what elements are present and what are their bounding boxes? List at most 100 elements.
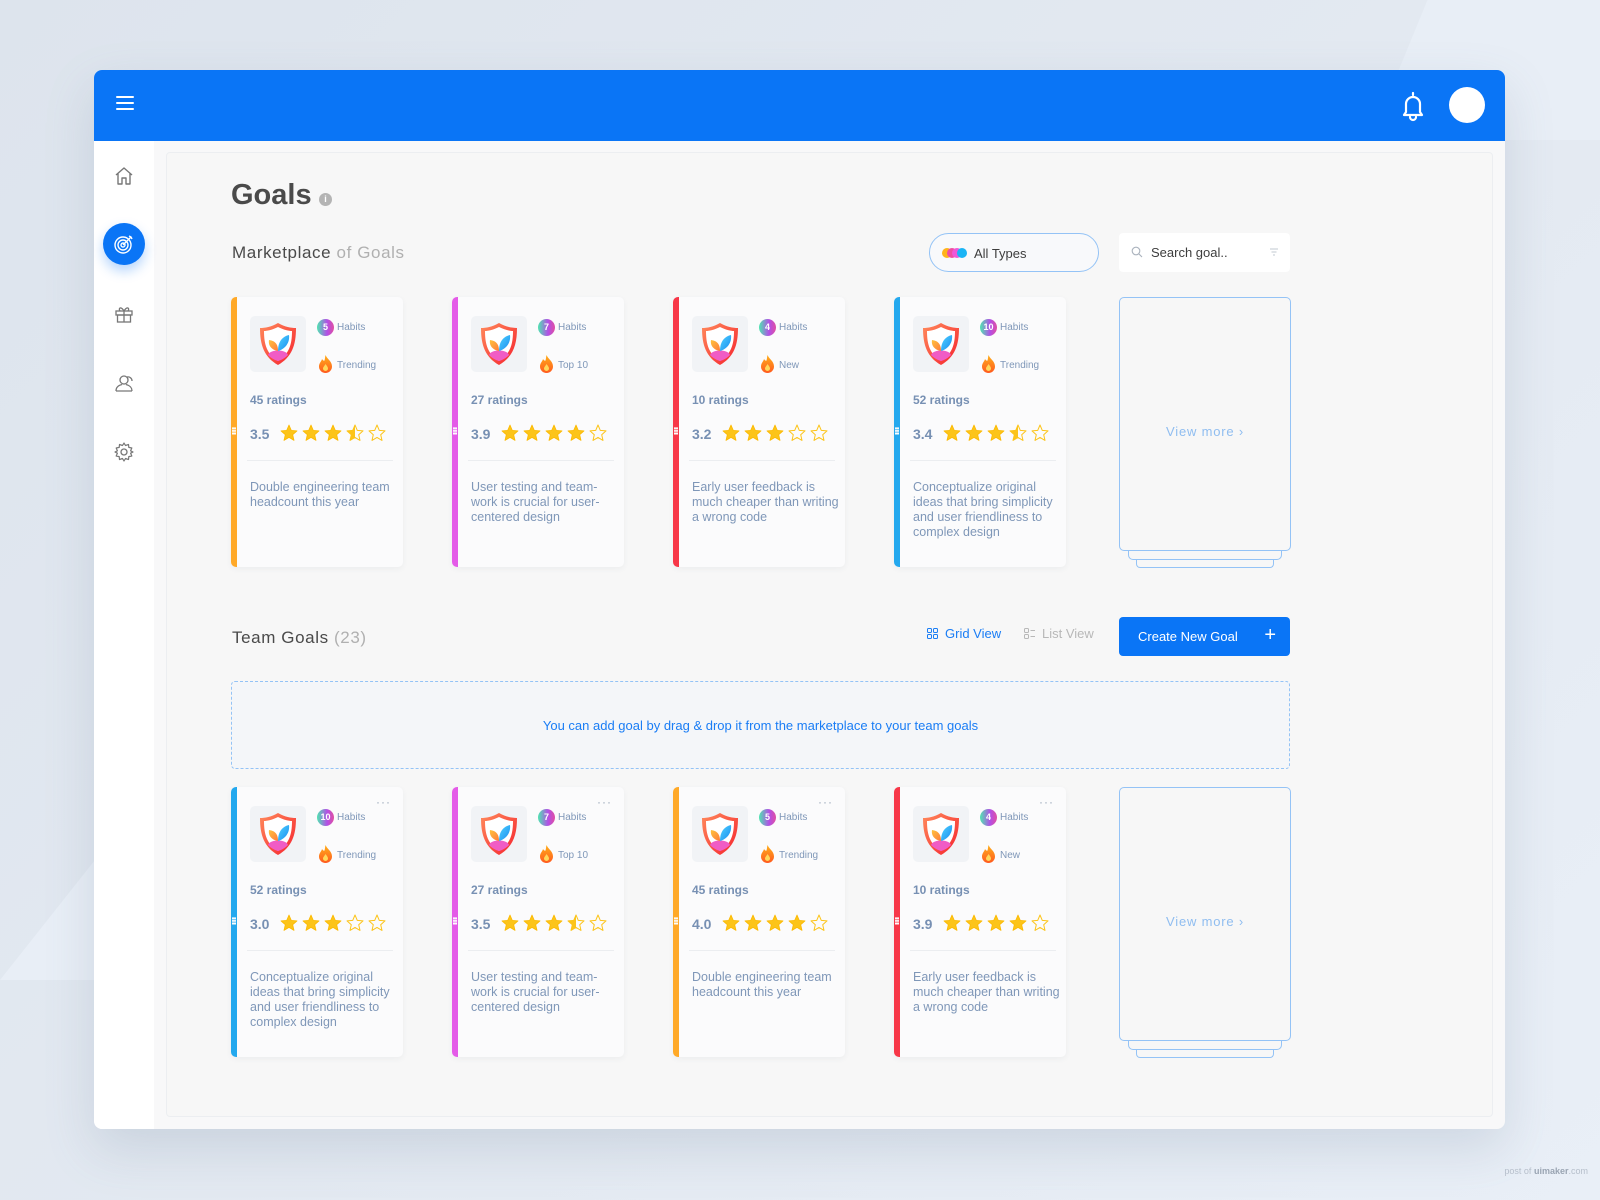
star-rating [722,424,828,447]
watermark-prefix: post of [1504,1166,1532,1176]
flame-icon [539,845,554,863]
star-full-icon [722,914,740,937]
marketplace-title-muted: of Goals [336,243,405,262]
star-empty-icon [368,914,386,937]
star-rating [280,424,386,447]
goal-tag: New [779,360,800,371]
types-filter-select[interactable]: All Types [929,233,1099,272]
goal-card[interactable]: ··· 7 Habits Top 10 27 ratings 3.5 User … [452,787,624,1057]
goal-tag: Top 10 [558,850,589,861]
star-full-icon [324,424,342,447]
star-full-icon [744,914,762,937]
goal-card[interactable]: 5 Habits Trending 45 ratings 3.5 Double … [231,297,403,567]
drag-handle-icon[interactable] [895,917,899,925]
goal-shield-logo [692,316,748,372]
create-new-goal-button[interactable]: Create New Goal + [1119,617,1290,656]
list-view-toggle[interactable]: List View [1024,626,1094,641]
rating-value: 3.9 [471,426,491,442]
home-icon [115,167,133,185]
star-full-icon [943,424,961,447]
card-divider [468,950,614,951]
goal-card[interactable]: 7 Habits Top 10 27 ratings 3.9 User test… [452,297,624,567]
card-divider [247,950,393,951]
goal-card[interactable]: ··· 10 Habits Trending 52 ratings 3.0 Co… [231,787,403,1057]
flame-icon [760,845,775,863]
star-empty-icon [589,914,607,937]
goal-description: Double engineering team headcount this y… [250,480,390,509]
goal-card[interactable]: 4 Habits New 10 ratings 3.2 Early user f… [673,297,845,567]
goal-tag: Trending [337,850,377,861]
grid-view-label: Grid View [945,626,1002,641]
avatar[interactable] [1449,87,1485,123]
create-button-label: Create New Goal [1138,629,1238,644]
sidebar-item-rewards[interactable] [103,293,145,335]
more-options-icon[interactable]: ··· [376,795,391,809]
drag-handle-icon[interactable] [674,427,678,435]
more-options-icon[interactable]: ··· [597,795,612,809]
star-full-icon [965,424,983,447]
ratings-count: 10 ratings [913,883,970,897]
star-full-icon [523,914,541,937]
marketplace-view-more[interactable]: View more › [1119,297,1291,568]
flame-icon [318,845,333,863]
star-empty-icon [1031,424,1049,447]
star-rating [722,914,828,937]
star-half-icon [346,424,364,447]
goal-card[interactable]: ··· 4 Habits New 10 ratings 3.9 Early us… [894,787,1066,1057]
drag-handle-icon[interactable] [232,427,236,435]
filter-icon[interactable] [1270,248,1278,256]
sidebar-item-home[interactable] [103,155,145,197]
main-content: Goals i Marketplace of Goals All Types 5 [166,152,1493,1117]
sidebar-item-settings[interactable] [103,431,145,473]
info-icon[interactable]: i [319,193,332,206]
drag-handle-icon[interactable] [453,917,457,925]
gift-icon [115,307,133,323]
team-goals-count: (23) [334,628,367,647]
star-full-icon [987,424,1005,447]
drag-handle-icon[interactable] [895,427,899,435]
drag-handle-icon[interactable] [674,917,678,925]
star-full-icon [545,424,563,447]
card-divider [689,460,835,461]
star-full-icon [567,424,585,447]
goal-shield-logo [913,806,969,862]
star-full-icon [1009,914,1027,937]
goal-drop-zone[interactable]: You can add goal by drag & drop it from … [231,681,1290,769]
bell-icon[interactable] [1399,90,1427,122]
star-empty-icon [810,914,828,937]
habits-label: Habits [558,812,587,823]
rating-value: 4.0 [692,916,712,932]
habits-count-badge: 10 [980,319,997,336]
hamburger-icon[interactable] [116,96,134,110]
drag-handle-icon[interactable] [232,917,236,925]
search-input[interactable] [1151,241,1261,263]
goal-description: Conceptualize original ideas that bring … [250,970,390,1029]
sidebar-item-people[interactable] [103,362,145,404]
star-full-icon [302,424,320,447]
ratings-count: 52 ratings [250,883,307,897]
team-goals-view-more[interactable]: View more › [1119,787,1291,1058]
star-full-icon [987,914,1005,937]
marketplace-title-main: Marketplace [232,243,332,262]
goal-card[interactable]: ··· 5 Habits Trending 45 ratings 4.0 Dou… [673,787,845,1057]
card-divider [247,460,393,461]
more-options-icon[interactable]: ··· [818,795,833,809]
goal-shield-logo [692,806,748,862]
star-rating [280,914,386,937]
habits-count-badge: 7 [538,319,555,336]
goal-shield-logo [250,806,306,862]
goal-description: Early user feedback is much cheaper than… [692,480,839,524]
marketplace-title: Marketplace of Goals [232,243,405,263]
grid-view-toggle[interactable]: Grid View [927,626,1001,641]
rating-value: 3.4 [913,426,933,442]
star-empty-icon [346,914,364,937]
drag-handle-icon[interactable] [453,427,457,435]
goal-description: Conceptualize original ideas that bring … [913,480,1053,539]
goal-card[interactable]: 10 Habits Trending 52 ratings 3.4 Concep… [894,297,1066,567]
ratings-count: 45 ratings [250,393,307,407]
sidebar-item-goals[interactable] [103,223,145,265]
more-options-icon[interactable]: ··· [1039,795,1054,809]
habits-count-badge: 4 [980,809,997,826]
team-goals-title-main: Team Goals [232,628,329,647]
search-box [1119,233,1290,272]
